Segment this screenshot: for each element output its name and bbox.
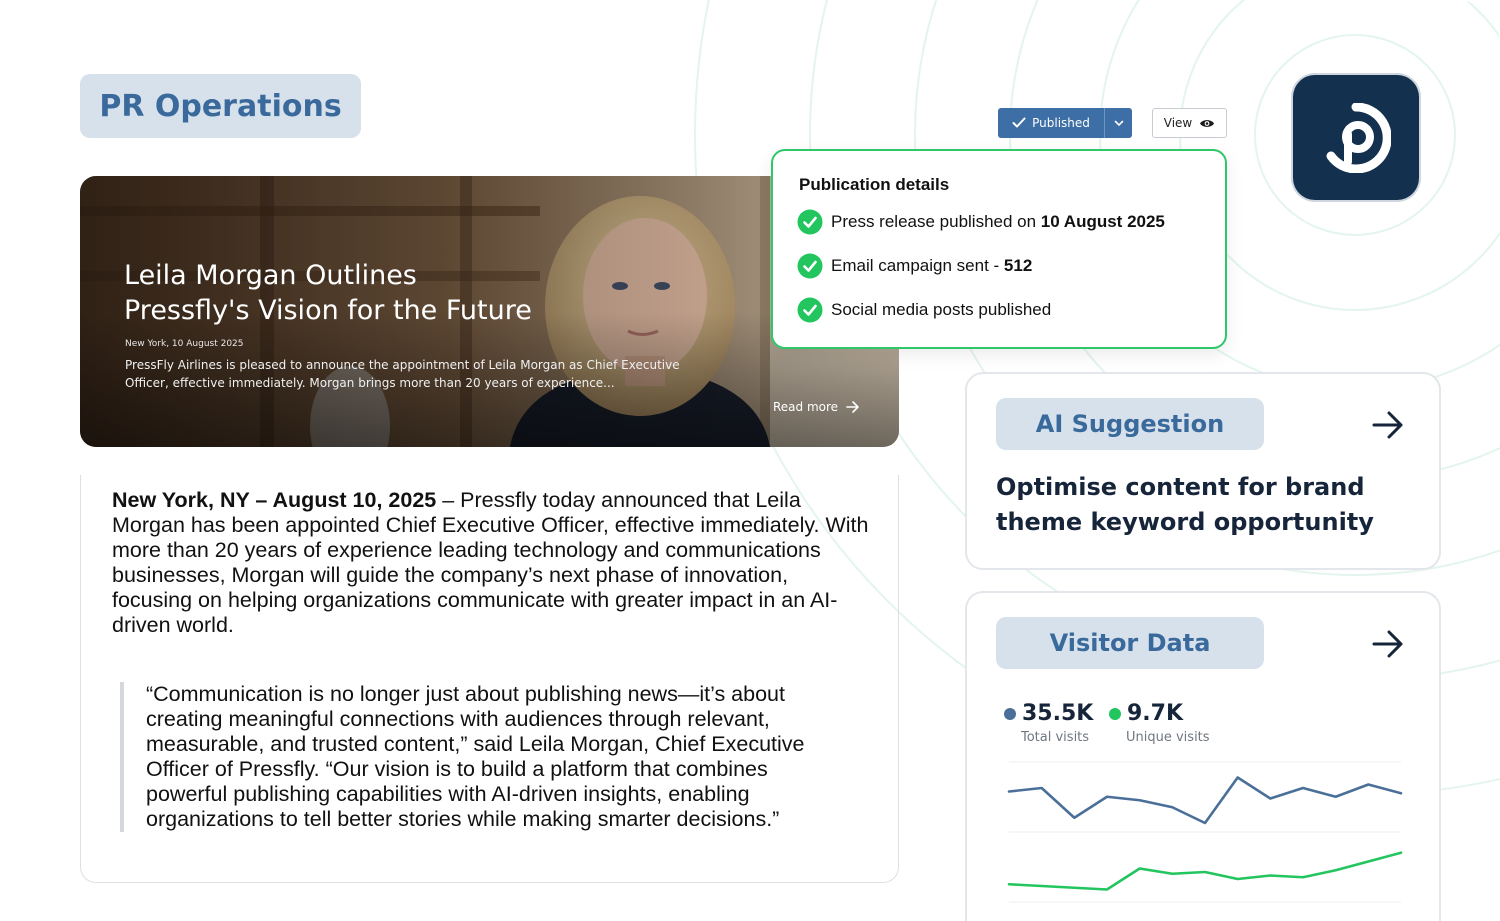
ai-suggestion-text: Optimise content for brand theme keyword…	[996, 473, 1374, 536]
check-circle-icon	[797, 297, 823, 323]
hero-title-line2: Pressfly's Vision for the Future	[124, 295, 532, 326]
read-more-label: Read more	[773, 400, 839, 414]
hero-date: New York, 10 August 2025	[125, 339, 244, 349]
ai-suggestion-tag: AI Suggestion	[996, 398, 1264, 450]
publish-dropdown-button[interactable]	[1104, 108, 1132, 138]
publication-details-title: Publication details	[799, 175, 950, 194]
pressfly-logo	[1293, 75, 1419, 200]
series-dot-total	[1004, 707, 1016, 720]
pressfly-logo-icon	[1326, 102, 1391, 173]
article-lead-paragraph: New York, NY – August 10, 2025 – Pressfl…	[112, 488, 872, 638]
stat-label: Total visits	[1021, 730, 1090, 745]
visitor-data-tag: Visitor Data	[996, 617, 1264, 669]
view-label: View	[1163, 116, 1193, 130]
check-circle-icon	[797, 209, 823, 235]
arrow-right-icon	[846, 401, 859, 413]
pr-dashboard: PR Operations Leila Morgan Outlines Pres…	[0, 0, 1500, 921]
hero-title-line1: Leila Morgan Outlines	[124, 260, 417, 291]
publication-item-text: Email campaign sent - 512	[831, 256, 1033, 275]
view-button[interactable]: View	[1152, 108, 1227, 138]
stat-value: 9.7K	[1127, 701, 1184, 726]
hero-title: Leila Morgan Outlines Pressfly's Vision …	[124, 258, 604, 328]
pr-operations-tag: PR Operations	[80, 74, 361, 138]
arrow-right-icon[interactable]	[1371, 409, 1405, 441]
ai-suggestion-card[interactable]: AI Suggestion Optimise content for brand…	[965, 372, 1441, 570]
stat-total-visits: 35.5K Total visits	[1004, 701, 1093, 745]
publication-item-text: Press release published on 10 August 202…	[831, 212, 1165, 231]
publication-item-email-campaign: Email campaign sent - 512	[797, 253, 1032, 279]
visitor-line-chart	[1007, 761, 1403, 903]
stat-unique-visits: 9.7K Unique visits	[1109, 701, 1210, 745]
stat-value: 35.5K	[1022, 701, 1094, 726]
publish-status-group: Published	[998, 108, 1132, 138]
read-more-link[interactable]: Read more	[773, 400, 860, 414]
published-button[interactable]: Published	[998, 108, 1104, 138]
article-dateline: New York, NY – August 10, 2025	[112, 488, 437, 512]
check-circle-icon	[797, 253, 823, 279]
series-dot-unique	[1109, 707, 1121, 720]
published-label: Published	[1032, 116, 1090, 130]
hero-description: PressFly Airlines is pleased to announce…	[125, 358, 680, 390]
publication-details-card: Publication details Press release publis…	[771, 149, 1227, 349]
chevron-down-icon	[1114, 120, 1123, 126]
arrow-right-icon[interactable]	[1371, 628, 1405, 660]
check-icon	[1012, 117, 1026, 128]
publication-item-press-release: Press release published on 10 August 202…	[797, 209, 1165, 235]
article-body: New York, NY – August 10, 2025 – Pressfl…	[80, 475, 899, 883]
stat-label: Unique visits	[1126, 730, 1210, 745]
visitor-data-card[interactable]: Visitor Data 35.5K Total visits 9.7K Uni…	[965, 591, 1441, 921]
eye-icon	[1200, 119, 1215, 127]
publication-item-text: Social media posts published	[831, 300, 1052, 319]
article-quote: “Communication is no longer just about p…	[120, 682, 840, 832]
chart-series-line-1	[1007, 851, 1403, 891]
chart-series-line-0	[1007, 776, 1403, 825]
publication-item-social-media: Social media posts published	[797, 297, 1051, 323]
